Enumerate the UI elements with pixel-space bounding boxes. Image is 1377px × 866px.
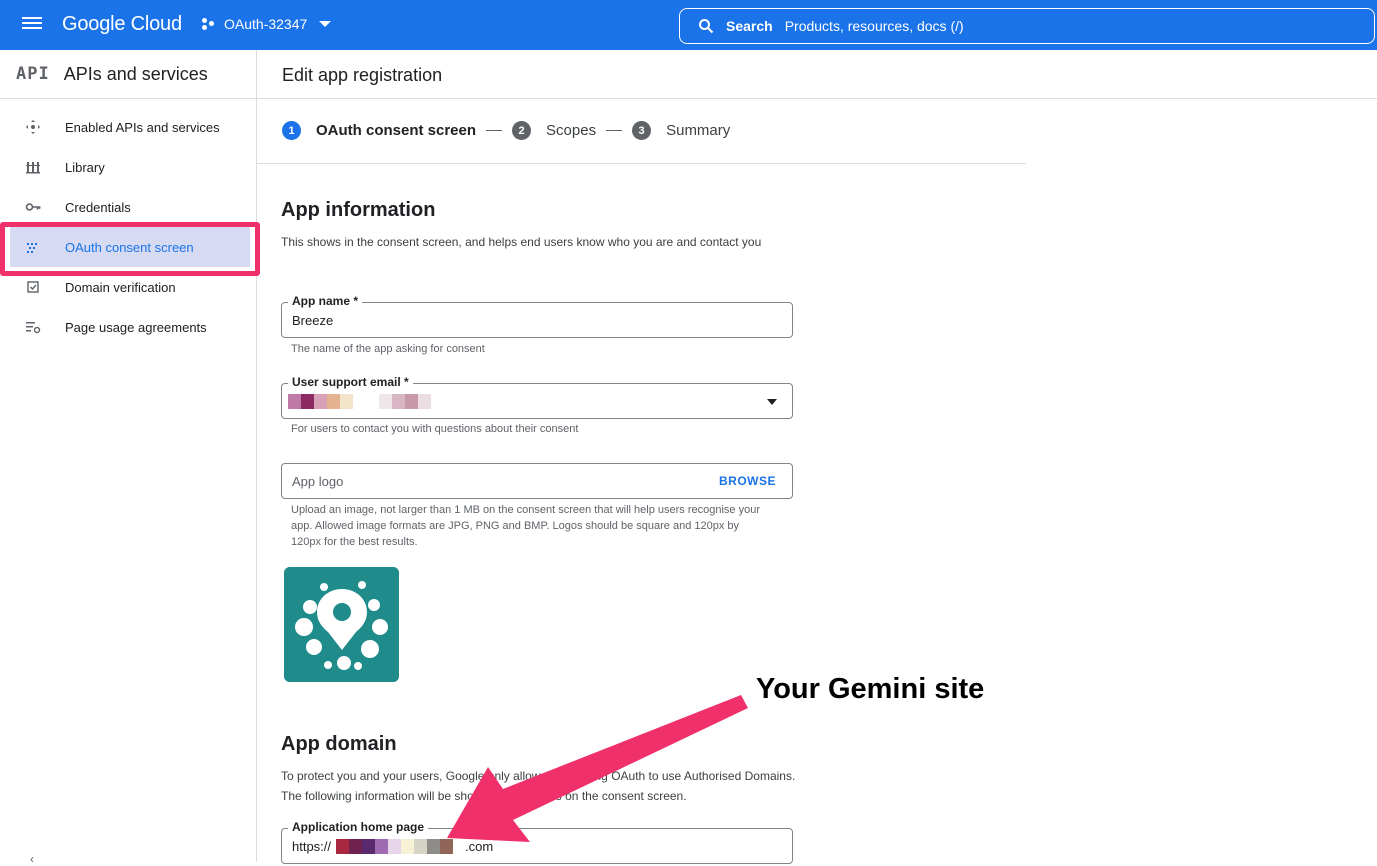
page-title: Edit app registration — [282, 65, 443, 85]
consent-screen-icon — [25, 239, 41, 255]
application-home-page-field[interactable]: Application home page https:// .com — [281, 820, 793, 864]
redacted-home-page-domain — [336, 839, 453, 854]
project-icon — [202, 17, 216, 31]
app-logo-placeholder: App logo — [292, 474, 344, 489]
sidebar-item-label: Page usage agreements — [65, 319, 207, 335]
step-3-badge: 3 — [632, 121, 652, 140]
sidebar-item-enabled-apis[interactable]: Enabled APIs and services — [0, 107, 250, 147]
sidebar-item-library[interactable]: Library — [0, 147, 250, 187]
sidebar-item-label: Credentials — [65, 199, 131, 215]
settings-list-icon — [25, 319, 41, 335]
key-icon — [25, 199, 41, 215]
step-2-label[interactable]: Scopes — [546, 122, 596, 139]
sidebar-item-domain-verification[interactable]: Domain verification — [0, 267, 250, 307]
step-divider — [606, 130, 623, 131]
top-app-bar: Google Cloud OAuth-32347 Search Products… — [0, 0, 1377, 50]
step-3-label[interactable]: Summary — [666, 122, 730, 139]
dropdown-arrow-icon — [767, 399, 777, 405]
sidebar-header: API APIs and services — [0, 50, 256, 99]
chevron-down-icon — [319, 21, 332, 27]
enabled-apis-icon — [25, 119, 41, 135]
collapse-sidebar-icon[interactable]: ‹ — [30, 852, 34, 866]
sidebar-item-label: OAuth consent screen — [65, 239, 194, 255]
search-input[interactable]: Search Products, resources, docs (/) — [679, 8, 1375, 44]
app-logo-image — [284, 567, 399, 682]
step-divider — [486, 130, 503, 131]
hamburger-menu-icon[interactable] — [22, 15, 44, 35]
app-domain-description: To protect you and your users, Google on… — [281, 769, 796, 803]
sidebar-item-page-usage-agreements[interactable]: Page usage agreements — [0, 307, 250, 347]
app-information-heading: App information — [281, 199, 436, 221]
search-placeholder: Products, resources, docs (/) — [784, 18, 964, 34]
app-name-hint: The name of the app asking for consent — [291, 343, 485, 355]
app-name-field[interactable]: App name * Breeze — [281, 294, 793, 338]
api-icon: API — [16, 64, 50, 84]
user-support-email-label: User support email * — [288, 375, 413, 389]
app-name-label: App name * — [288, 294, 363, 308]
google-cloud-logo[interactable]: Google Cloud — [62, 13, 182, 36]
step-2-badge: 2 — [512, 121, 532, 140]
sidebar-item-label: Enabled APIs and services — [65, 119, 220, 135]
project-name: OAuth-32347 — [224, 16, 308, 32]
stepper: 1 OAuth consent screen 2 Scopes 3 Summar… — [282, 121, 730, 140]
search-icon — [699, 19, 714, 34]
browse-button[interactable]: BROWSE — [719, 474, 776, 488]
step-1-label[interactable]: OAuth consent screen — [316, 122, 476, 139]
home-page-suffix: .com — [465, 839, 494, 854]
library-icon — [25, 159, 41, 175]
app-information-description: This shows in the consent screen, and he… — [281, 235, 762, 249]
sidebar-title: APIs and services — [63, 63, 208, 84]
redacted-email-value — [288, 394, 431, 409]
step-1-badge: 1 — [282, 121, 301, 140]
user-support-email-select[interactable]: User support email * — [281, 375, 793, 419]
project-selector[interactable]: OAuth-32347 — [202, 16, 332, 32]
page-header: Edit app registration — [257, 50, 1377, 99]
sidebar-item-oauth-consent-screen[interactable]: OAuth consent screen — [10, 227, 250, 267]
application-home-page-label: Application home page — [288, 820, 429, 834]
divider — [257, 163, 1026, 164]
app-domain-heading: App domain — [281, 733, 397, 755]
sidebar-item-credentials[interactable]: Credentials — [0, 187, 250, 227]
home-page-prefix: https:// — [292, 839, 332, 854]
annotation-label: Your Gemini site — [756, 673, 985, 705]
checkbox-icon — [25, 279, 41, 295]
sidebar-item-label: Domain verification — [65, 279, 176, 295]
app-logo-hint: Upload an image, not larger than 1 MB on… — [291, 504, 760, 548]
app-name-value: Breeze — [292, 313, 334, 328]
user-support-email-hint: For users to contact you with questions … — [291, 423, 579, 435]
sidebar-item-label: Library — [65, 159, 105, 175]
app-logo-field[interactable]: App logo BROWSE — [281, 463, 793, 499]
search-keyword: Search — [726, 18, 773, 34]
